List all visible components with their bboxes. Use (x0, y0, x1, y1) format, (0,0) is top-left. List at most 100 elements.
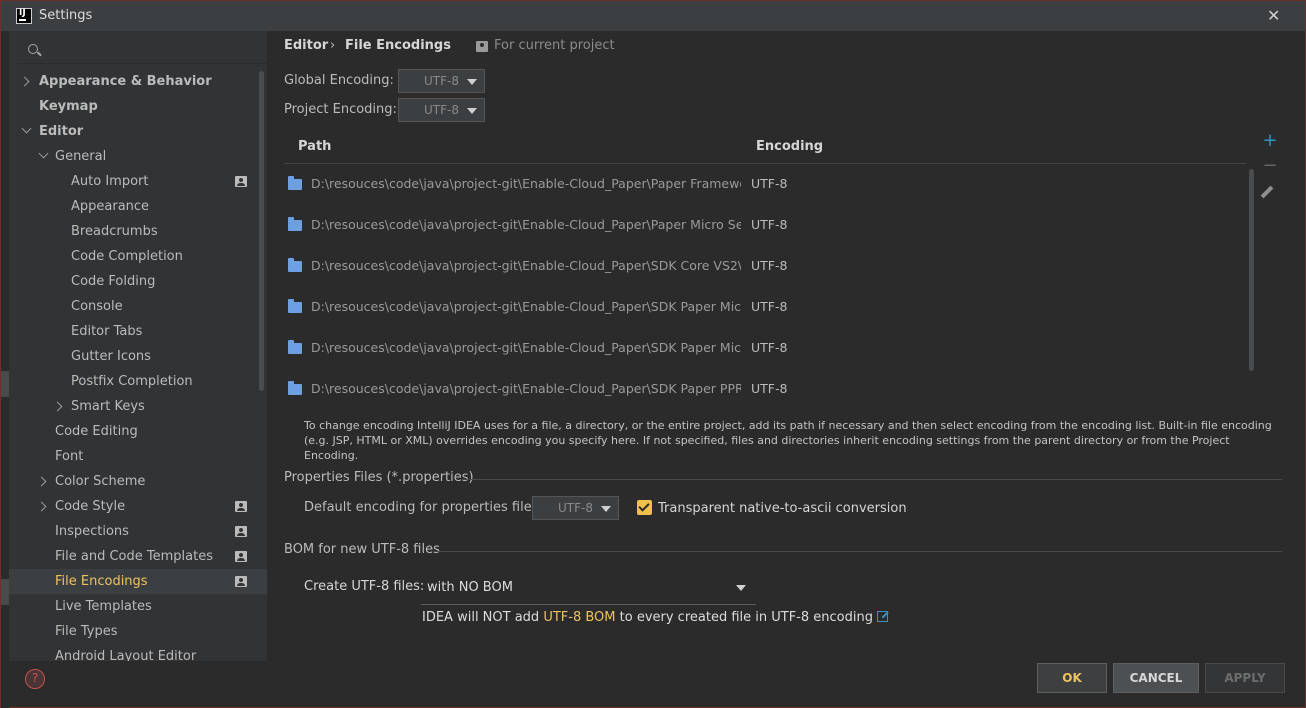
column-header-path[interactable]: Path (298, 139, 331, 154)
properties-encoding-value: UTF-8 (558, 501, 593, 515)
scope-label: For current project (494, 38, 615, 53)
sidebar-item-label: File Types (55, 624, 118, 639)
chevron-down-icon (736, 585, 746, 591)
global-encoding-value: UTF-8 (424, 74, 459, 88)
sidebar-item-label: General (55, 149, 107, 164)
sidebar-item-label: Code Completion (71, 249, 183, 264)
chevron-down-icon (601, 506, 611, 512)
row-path: D:\resouces\code\java\project-git\Enable… (311, 176, 741, 191)
sidebar-item-font[interactable]: Font (9, 444, 267, 469)
sidebar-item-appearance[interactable]: Appearance (9, 194, 267, 219)
search-icon (28, 44, 38, 54)
external-link-icon[interactable] (876, 611, 888, 622)
cancel-button[interactable]: CANCEL (1113, 663, 1199, 693)
properties-encoding-select[interactable]: UTF-8 (532, 496, 619, 520)
sidebar-item-console[interactable]: Console (9, 294, 267, 319)
row-encoding[interactable]: UTF-8 (751, 381, 787, 396)
project-encoding-value: UTF-8 (424, 103, 459, 117)
chevron-right-icon[interactable] (36, 501, 47, 512)
project-scope-icon (235, 176, 247, 187)
sidebar-item-label: Auto Import (71, 174, 149, 189)
sidebar-item-gutter-icons[interactable]: Gutter Icons (9, 344, 267, 369)
project-encoding-select[interactable]: UTF-8 (398, 98, 485, 122)
sidebar-item-editor[interactable]: Editor (9, 119, 267, 144)
sidebar-item-file-types[interactable]: File Types (9, 619, 267, 644)
table-row[interactable]: D:\resouces\code\java\project-git\Enable… (284, 369, 1246, 410)
sidebar-item-code-folding[interactable]: Code Folding (9, 269, 267, 294)
table-row[interactable]: D:\resouces\code\java\project-git\Enable… (284, 287, 1246, 328)
sidebar-item-file-code-templates[interactable]: File and Code Templates (9, 544, 267, 569)
bom-section-title: BOM for new UTF-8 files (284, 542, 440, 557)
chevron-down-icon (467, 79, 477, 85)
table-scrollbar[interactable] (1249, 169, 1254, 371)
help-button[interactable]: ? (25, 669, 45, 689)
ok-button[interactable]: OK (1037, 663, 1107, 693)
sidebar-scrollbar[interactable] (259, 71, 264, 391)
sidebar-item-label: Code Style (55, 499, 126, 514)
project-scope-icon (476, 41, 488, 52)
project-scope-icon (235, 526, 247, 537)
sidebar-item-auto-import[interactable]: Auto Import (9, 169, 267, 194)
chevron-down-icon[interactable] (21, 123, 32, 134)
chevron-down-icon[interactable] (38, 148, 49, 159)
sidebar-item-code-style[interactable]: Code Style (9, 494, 267, 519)
row-encoding[interactable]: UTF-8 (751, 258, 787, 273)
native-to-ascii-checkbox[interactable] (637, 500, 652, 515)
edit-icon[interactable] (1260, 185, 1274, 199)
sidebar-item-label: Gutter Icons (71, 349, 151, 364)
sidebar-item-live-templates[interactable]: Live Templates (9, 594, 267, 619)
close-icon[interactable]: ✕ (1267, 6, 1280, 25)
project-scope-icon (235, 576, 247, 587)
row-path: D:\resouces\code\java\project-git\Enable… (311, 381, 741, 396)
encoding-help-text: To change encoding IntelliJ IDEA uses fo… (304, 419, 1272, 462)
table-row[interactable]: D:\resouces\code\java\project-git\Enable… (284, 246, 1246, 287)
row-encoding[interactable]: UTF-8 (751, 299, 787, 314)
search-input[interactable] (45, 40, 260, 60)
remove-icon[interactable]: − (1262, 157, 1278, 175)
sidebar-item-label: Editor Tabs (71, 324, 143, 339)
apply-button[interactable]: APPLY (1205, 663, 1285, 693)
page-title: File Encodings (345, 38, 451, 53)
native-to-ascii-label[interactable]: Transparent native-to-ascii conversion (658, 501, 907, 516)
sidebar-item-keymap[interactable]: Keymap (9, 94, 267, 119)
table-row[interactable]: D:\resouces\code\java\project-git\Enable… (284, 164, 1246, 205)
sidebar-item-smart-keys[interactable]: Smart Keys (9, 394, 267, 419)
chevron-right-icon[interactable] (36, 476, 47, 487)
table-row[interactable]: D:\resouces\code\java\project-git\Enable… (284, 328, 1246, 369)
folder-icon (288, 176, 302, 190)
sidebar-item-inspections[interactable]: Inspections (9, 519, 267, 544)
breadcrumb-parent[interactable]: Editor (284, 38, 328, 53)
window-title: Settings (39, 8, 93, 23)
sidebar-item-file-encodings[interactable]: File Encodings (9, 569, 267, 594)
sidebar-item-general[interactable]: General (9, 144, 267, 169)
sidebar-item-android-layout-editor[interactable]: Android Layout Editor (9, 644, 267, 661)
global-encoding-select[interactable]: UTF-8 (398, 69, 485, 93)
sidebar-item-postfix-completion[interactable]: Postfix Completion (9, 369, 267, 394)
folder-icon (288, 217, 302, 231)
bom-note-link[interactable]: UTF-8 BOM (543, 610, 615, 625)
bom-select-value: with NO BOM (427, 580, 513, 595)
row-encoding[interactable]: UTF-8 (751, 340, 787, 355)
title-bar: IJ Settings ✕ (1, 1, 1305, 31)
section-divider (464, 479, 1282, 480)
global-encoding-label: Global Encoding: (284, 73, 394, 88)
column-header-encoding[interactable]: Encoding (756, 139, 823, 154)
add-icon[interactable]: + (1262, 132, 1278, 150)
sidebar-item-code-editing[interactable]: Code Editing (9, 419, 267, 444)
background-edge (1, 31, 9, 708)
settings-window: IJ Settings ✕ Appearance & Behavior Keym… (0, 0, 1306, 708)
sidebar-item-appearance-behavior[interactable]: Appearance & Behavior (9, 69, 267, 94)
row-path: D:\resouces\code\java\project-git\Enable… (311, 340, 741, 355)
sidebar-item-code-completion[interactable]: Code Completion (9, 244, 267, 269)
folder-icon (288, 299, 302, 313)
chevron-right-icon[interactable] (52, 401, 63, 412)
sidebar-item-label: Console (71, 299, 123, 314)
row-encoding[interactable]: UTF-8 (751, 217, 787, 232)
sidebar-item-color-scheme[interactable]: Color Scheme (9, 469, 267, 494)
bom-select[interactable]: with NO BOM (421, 575, 756, 605)
chevron-right-icon[interactable] (19, 76, 30, 87)
sidebar-item-breadcrumbs[interactable]: Breadcrumbs (9, 219, 267, 244)
table-row[interactable]: D:\resouces\code\java\project-git\Enable… (284, 205, 1246, 246)
row-encoding[interactable]: UTF-8 (751, 176, 787, 191)
sidebar-item-editor-tabs[interactable]: Editor Tabs (9, 319, 267, 344)
